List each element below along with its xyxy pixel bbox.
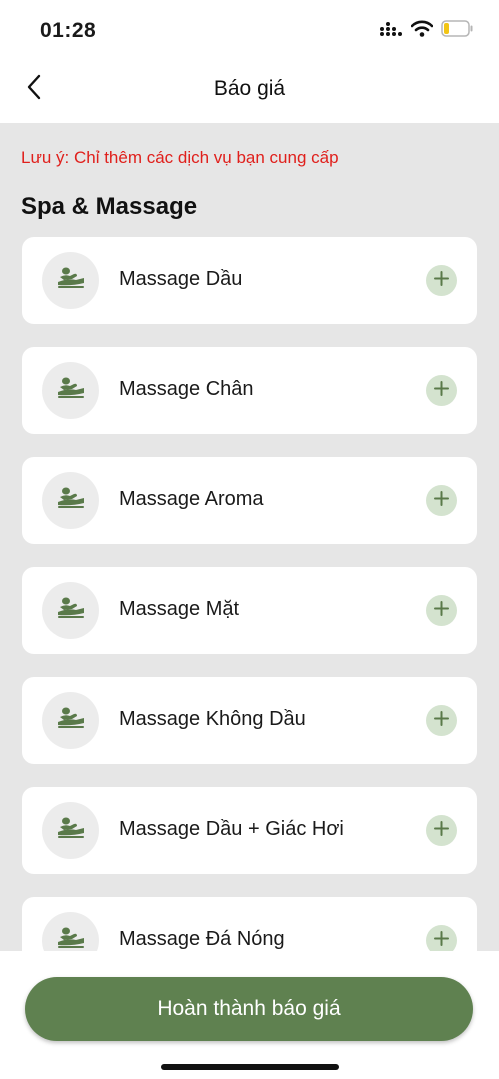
- section-title: Spa & Massage: [21, 193, 198, 220]
- page-title: Báo giá: [213, 77, 286, 100]
- service-label: Massage Dầu: [119, 268, 243, 290]
- complete-quote-button[interactable]: Hoàn thành báo giá: [25, 977, 473, 1041]
- plus-icon: [433, 820, 450, 842]
- massage-icon: [56, 485, 86, 516]
- plus-icon: [433, 490, 450, 512]
- add-service-button[interactable]: [426, 925, 457, 951]
- service-item[interactable]: Massage Đá Nóng: [22, 897, 477, 951]
- service-icon-wrapper: [42, 692, 99, 749]
- service-icon-wrapper: [42, 472, 99, 529]
- service-icon-wrapper: [42, 802, 99, 859]
- add-service-button[interactable]: [426, 705, 457, 736]
- service-item[interactable]: Massage Dầu + Giác Hơi: [22, 787, 477, 874]
- service-icon-wrapper: [42, 252, 99, 309]
- bottom-bar: Hoàn thành báo giá: [0, 951, 499, 1079]
- wifi-icon: [410, 20, 434, 42]
- plus-icon: [433, 380, 450, 402]
- service-item[interactable]: Massage Không Dầu: [22, 677, 477, 764]
- massage-icon: [56, 925, 86, 951]
- battery-icon: [441, 20, 473, 42]
- status-time: 01:28: [40, 19, 97, 42]
- add-service-button[interactable]: [426, 815, 457, 846]
- service-label: Massage Dầu + Giác Hơi: [119, 818, 344, 840]
- massage-icon: [56, 705, 86, 736]
- service-item[interactable]: Massage Dầu: [22, 237, 477, 324]
- service-icon-wrapper: [42, 582, 99, 639]
- signal-icon: [379, 21, 403, 42]
- service-item[interactable]: Massage Aroma: [22, 457, 477, 544]
- add-service-button[interactable]: [426, 375, 457, 406]
- service-list: Massage Dầu Massage Chân Massage Aroma M…: [22, 237, 477, 951]
- service-item[interactable]: Massage Chân: [22, 347, 477, 434]
- plus-icon: [433, 710, 450, 732]
- add-service-button[interactable]: [426, 595, 457, 626]
- content-area[interactable]: Lưu ý: Chỉ thêm các dịch vụ bạn cung cấp…: [0, 123, 499, 951]
- home-indicator: [161, 1064, 339, 1070]
- add-service-button[interactable]: [426, 265, 457, 296]
- service-icon-wrapper: [42, 912, 99, 951]
- service-label: Massage Aroma: [119, 488, 264, 510]
- service-label: Massage Chân: [119, 378, 254, 400]
- service-icon-wrapper: [42, 362, 99, 419]
- massage-icon: [56, 375, 86, 406]
- service-label: Massage Không Dầu: [119, 708, 306, 730]
- massage-icon: [56, 265, 86, 296]
- service-label: Massage Đá Nóng: [119, 928, 285, 950]
- status-icons: [379, 20, 473, 42]
- plus-icon: [433, 270, 450, 292]
- add-service-button[interactable]: [426, 485, 457, 516]
- note-text: Lưu ý: Chỉ thêm các dịch vụ bạn cung cấp: [21, 148, 339, 167]
- plus-icon: [433, 930, 450, 952]
- status-bar: 01:28: [0, 0, 499, 60]
- massage-icon: [56, 815, 86, 846]
- massage-icon: [56, 595, 86, 626]
- service-label: Massage Mặt: [119, 598, 240, 620]
- nav-bar: Báo giá: [0, 60, 499, 123]
- service-item[interactable]: Massage Mặt: [22, 567, 477, 654]
- plus-icon: [433, 600, 450, 622]
